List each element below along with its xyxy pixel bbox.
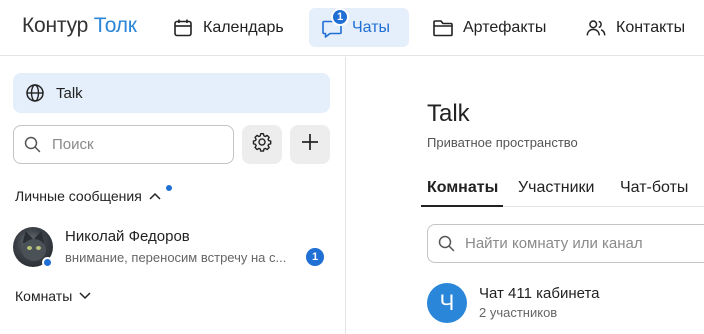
chat-bubble-icon: 1 bbox=[321, 7, 349, 39]
main-panel: Talk Приватное пространство Комнаты Учас… bbox=[347, 57, 704, 334]
app-logo[interactable]: Контур Толк bbox=[22, 14, 137, 38]
space-name: Talk bbox=[56, 84, 83, 102]
globe-icon bbox=[25, 83, 45, 103]
personal-messages-label: Личные сообщения bbox=[15, 188, 142, 204]
chevron-up-icon bbox=[149, 192, 161, 200]
nav-artifacts[interactable]: Артефакты bbox=[420, 8, 558, 47]
nav-calendar-label: Календарь bbox=[203, 18, 284, 36]
logo-part-1: Контур bbox=[22, 14, 89, 37]
sidebar-search[interactable] bbox=[13, 125, 234, 164]
nav-chats[interactable]: 1 Чаты bbox=[309, 7, 409, 47]
page-title: Talk bbox=[427, 100, 470, 127]
nav-chats-label: Чаты bbox=[352, 18, 391, 36]
tab-members[interactable]: Участники bbox=[518, 179, 594, 197]
chat-preview: внимание, переносим встречу на с... bbox=[65, 250, 287, 265]
search-icon bbox=[24, 136, 42, 154]
search-icon bbox=[438, 235, 456, 253]
space-selector[interactable]: Talk bbox=[13, 73, 330, 113]
room-search-input[interactable] bbox=[465, 235, 704, 252]
tab-chatbots[interactable]: Чат-боты bbox=[620, 179, 688, 197]
chevron-down-icon bbox=[79, 292, 91, 300]
sidebar-search-input[interactable] bbox=[52, 136, 222, 153]
tab-rooms[interactable]: Комнаты bbox=[427, 179, 498, 197]
chat-list-item[interactable]: Николай Федоров внимание, переносим встр… bbox=[0, 223, 346, 273]
room-member-count: 2 участников bbox=[479, 305, 558, 320]
room-search[interactable] bbox=[427, 224, 704, 263]
logo-part-2: Толк bbox=[93, 14, 137, 37]
online-status-dot bbox=[42, 257, 53, 268]
add-button[interactable] bbox=[290, 125, 330, 164]
page-subtitle: Приватное пространство bbox=[427, 135, 578, 150]
chats-unread-badge: 1 bbox=[331, 7, 349, 26]
settings-button[interactable] bbox=[242, 125, 282, 164]
active-tab-indicator bbox=[421, 205, 503, 207]
folder-icon bbox=[432, 17, 454, 39]
nav-artifacts-label: Артефакты bbox=[463, 18, 547, 36]
room-name: Чат 411 кабинета bbox=[479, 285, 600, 302]
room-list-item[interactable]: Ч Чат 411 кабинета 2 участников bbox=[427, 283, 704, 325]
nav-contacts[interactable]: Контакты bbox=[573, 8, 697, 47]
top-navigation-bar: Контур Толк Календарь 1 Чаты Артефакты К… bbox=[0, 0, 704, 56]
plus-icon bbox=[300, 132, 320, 157]
unread-dot bbox=[166, 185, 172, 191]
contacts-icon bbox=[585, 17, 607, 39]
calendar-icon bbox=[172, 17, 194, 39]
personal-messages-header[interactable]: Личные сообщения bbox=[15, 188, 161, 204]
room-avatar: Ч bbox=[427, 283, 467, 323]
rooms-label: Комнаты bbox=[15, 288, 73, 304]
chat-name: Николай Федоров bbox=[65, 228, 190, 245]
nav-calendar[interactable]: Календарь bbox=[160, 8, 296, 47]
unread-count-badge: 1 bbox=[306, 248, 324, 266]
sidebar: Talk Личные сообщения Николай Федоров вн… bbox=[0, 57, 346, 334]
nav-contacts-label: Контакты bbox=[616, 18, 686, 36]
rooms-header[interactable]: Комнаты bbox=[15, 288, 91, 304]
gear-icon bbox=[251, 131, 273, 158]
